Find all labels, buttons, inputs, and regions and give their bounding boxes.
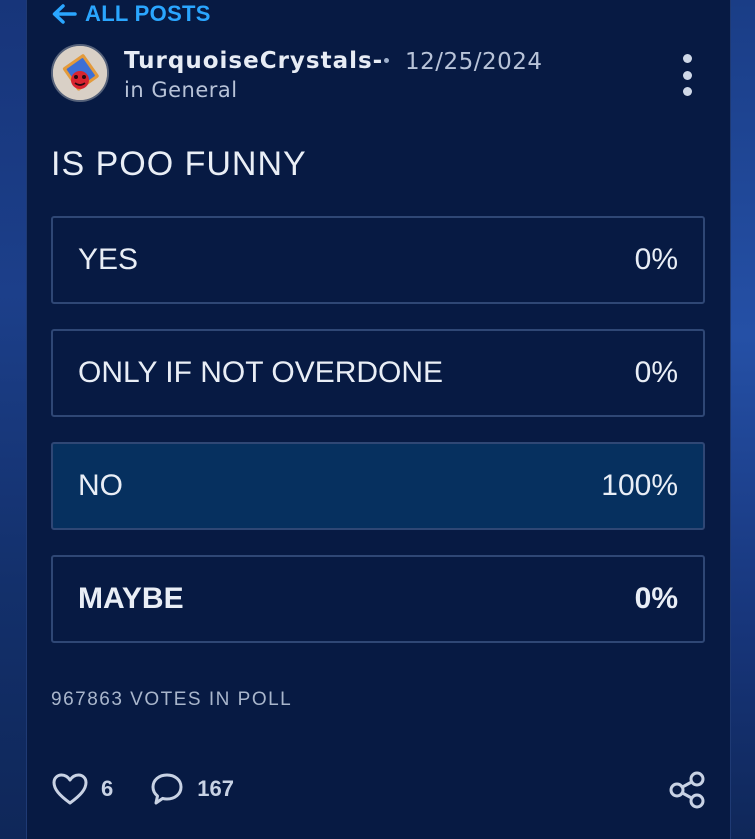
avatar-image	[53, 46, 107, 100]
background-left	[0, 0, 26, 839]
poll-option-label: NO	[78, 469, 123, 502]
poll-option-only-if-not-overdone[interactable]: ONLY IF NOT OVERDONE 0%	[51, 329, 705, 417]
poll-option-label: MAYBE	[78, 582, 184, 615]
post-actions: 6 167	[51, 768, 234, 810]
author-name[interactable]: TurquoiseCrystals-	[124, 48, 383, 74]
poll-question: IS POO FUNNY	[51, 145, 307, 183]
arrow-left-icon	[52, 4, 77, 24]
post-date: 12/25/2024	[405, 49, 543, 75]
poll-option-yes[interactable]: YES 0%	[51, 216, 705, 304]
comment-icon[interactable]	[149, 771, 185, 807]
separator-dot	[384, 58, 389, 63]
poll-option-label: ONLY IF NOT OVERDONE	[78, 356, 444, 389]
more-vertical-icon	[682, 54, 692, 63]
poll-option-percent: 0%	[634, 243, 678, 276]
poll-option-percent: 0%	[634, 582, 678, 615]
like-count: 6	[101, 776, 114, 801]
poll-vote-count: 967863 VOTES IN POLL	[51, 689, 293, 710]
all-posts-link[interactable]: ALL POSTS	[51, 0, 211, 28]
post-category[interactable]: in General	[124, 78, 238, 102]
all-posts-label: ALL POSTS	[85, 1, 211, 26]
poll-option-percent: 100%	[601, 469, 678, 502]
avatar[interactable]	[51, 44, 109, 102]
comment-count: 167	[197, 776, 234, 801]
more-options-button[interactable]	[675, 54, 699, 96]
heart-icon[interactable]	[51, 772, 89, 806]
post-panel: ALL POSTS TurquoiseCrystals- 12/25/2024 …	[26, 0, 731, 839]
background-right	[729, 0, 755, 839]
share-icon[interactable]	[667, 770, 707, 810]
poll-option-no[interactable]: NO 100%	[51, 442, 705, 530]
poll-option-maybe[interactable]: MAYBE 0%	[51, 555, 705, 643]
poll-option-percent: 0%	[634, 356, 678, 389]
poll-option-label: YES	[78, 243, 139, 276]
